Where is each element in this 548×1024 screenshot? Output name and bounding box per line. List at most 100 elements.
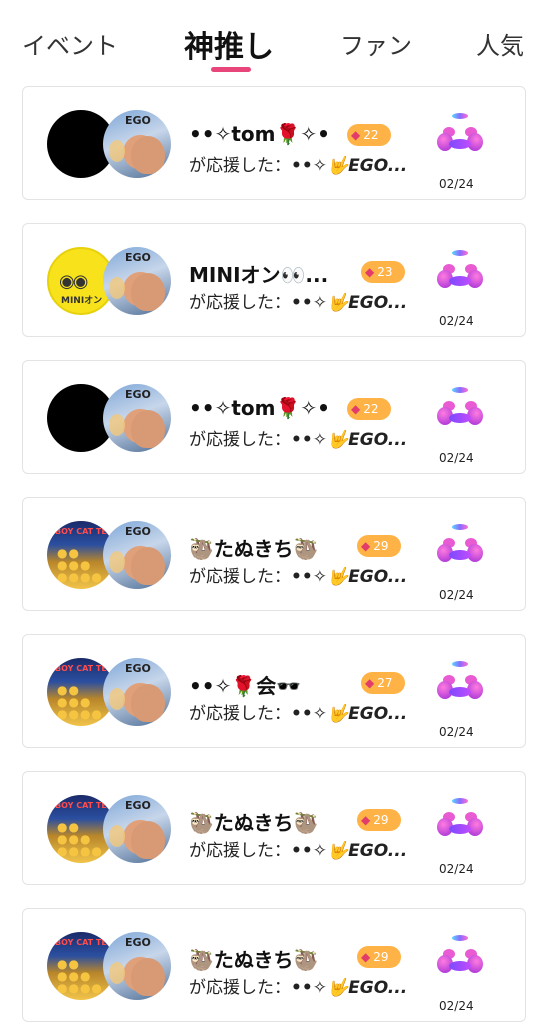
- supported-name: ••✧🤟EGO...: [291, 704, 408, 724]
- supported-name: ••✧🤟EGO...: [291, 156, 408, 176]
- supported-line: が応援した：••✧🤟EGO...: [189, 151, 407, 176]
- supported-prefix: が応援した：: [189, 567, 291, 587]
- level-badge: ◆ 27: [361, 672, 405, 694]
- supported-name: ••✧🤟EGO...: [291, 978, 408, 998]
- avatar-glow: [109, 140, 125, 162]
- gift-body: [437, 675, 483, 705]
- support-date: 02/24: [439, 999, 474, 1013]
- gem-icon: ◆: [351, 128, 361, 142]
- support-card[interactable]: BOY CAT TEA ●● ●●● ●●●● EGO 🦥たぬきち🦥 ◆ 29 が応援した：••…: [22, 771, 526, 885]
- avatar-banner-text: BOY CAT TEA: [55, 801, 113, 810]
- gold-coins-icon: ●● ●●● ●●●●: [57, 546, 103, 584]
- dumbbell-icon: [433, 113, 487, 167]
- support-list: EGO ••✧tom🌹✧• ◆ 22 が応援した：••✧🤟EGO... 02/24 ◉◉ MI…: [0, 0, 548, 1024]
- dumbbell-icon: [433, 250, 487, 304]
- avatar-face: [131, 547, 165, 585]
- recipient-avatar[interactable]: EGO: [103, 521, 171, 589]
- gift-part: [449, 687, 471, 697]
- supporter-name: 🦥たぬきち🦥: [189, 948, 319, 972]
- recipient-avatar[interactable]: EGO: [103, 384, 171, 452]
- avatar-hat-text: EGO: [125, 525, 151, 538]
- supported-line: が応援した：••✧🤟EGO...: [189, 836, 407, 861]
- gift-part: [449, 824, 471, 834]
- avatar-face: [131, 273, 165, 311]
- gem-icon: ◆: [361, 813, 371, 827]
- gift-body: [437, 264, 483, 294]
- recipient-avatar[interactable]: EGO: [103, 110, 171, 178]
- avatar-face: [131, 136, 165, 174]
- recipient-avatar[interactable]: EGO: [103, 795, 171, 863]
- level-value: 27: [377, 676, 393, 690]
- dumbbell-icon: [433, 524, 487, 578]
- recipient-avatar[interactable]: EGO: [103, 247, 171, 315]
- avatar-hat-text: EGO: [125, 662, 151, 675]
- support-date: 02/24: [439, 588, 474, 602]
- supported-prefix: が応援した：: [189, 978, 291, 998]
- gift-halo: [452, 524, 468, 530]
- avatar-glow: [109, 414, 125, 436]
- support-card[interactable]: BOY CAT TEA ●● ●●● ●●●● EGO ••✧🌹会🕶️ ◆ 27 が応援した：•…: [22, 634, 526, 748]
- supported-name: ••✧🤟EGO...: [291, 567, 408, 587]
- support-card[interactable]: BOY CAT TEA ●● ●●● ●●●● EGO 🦥たぬきち🦥 ◆ 29 が応援した：••…: [22, 908, 526, 1022]
- support-date: 02/24: [439, 314, 474, 328]
- avatar-hat-text: EGO: [125, 936, 151, 949]
- recipient-avatar[interactable]: EGO: [103, 658, 171, 726]
- supported-prefix: が応援した：: [189, 156, 291, 176]
- gift-body: [437, 538, 483, 568]
- supported-line: が応援した：••✧🤟EGO...: [189, 425, 407, 450]
- avatar-banner-text: BOY CAT TEA: [55, 664, 113, 673]
- level-value: 22: [363, 128, 379, 142]
- recipient-avatar[interactable]: EGO: [103, 932, 171, 1000]
- gift-halo: [452, 935, 468, 941]
- support-card[interactable]: BOY CAT TEA ●● ●●● ●●●● EGO 🦥たぬきち🦥 ◆ 29 が応援した：••…: [22, 497, 526, 611]
- supporter-name: ••✧tom🌹✧•: [189, 396, 330, 420]
- support-card[interactable]: ◉◉ MINIオン EGO MINIオン👀... ◆ 23 が応援した：••✧🤟EGO...…: [22, 223, 526, 337]
- avatar-hat-text: EGO: [125, 388, 151, 401]
- supported-line: が応援した：••✧🤟EGO...: [189, 699, 407, 724]
- dumbbell-icon: [433, 387, 487, 441]
- supported-prefix: が応援した：: [189, 841, 291, 861]
- level-badge: ◆ 22: [347, 124, 391, 146]
- supporter-name: MINIオン👀...: [189, 263, 329, 287]
- avatar-hat-text: EGO: [125, 251, 151, 264]
- supported-name: ••✧🤟EGO...: [291, 841, 408, 861]
- dumbbell-icon: [433, 935, 487, 989]
- level-value: 22: [363, 402, 379, 416]
- supporter-name: 🦥たぬきち🦥: [189, 811, 319, 835]
- support-date: 02/24: [439, 451, 474, 465]
- gift-body: [437, 401, 483, 431]
- level-value: 29: [373, 539, 389, 553]
- avatar-glow: [109, 277, 125, 299]
- support-card[interactable]: EGO ••✧tom🌹✧• ◆ 22 が応援した：••✧🤟EGO... 02/24: [22, 86, 526, 200]
- supported-prefix: が応援した：: [189, 293, 291, 313]
- minion-avatar-label: MINIオン: [61, 296, 103, 306]
- gem-icon: ◆: [361, 950, 371, 964]
- gold-coins-icon: ●● ●●● ●●●●: [57, 683, 103, 721]
- level-badge: ◆ 22: [347, 398, 391, 420]
- level-value: 29: [373, 813, 389, 827]
- dumbbell-icon: [433, 798, 487, 852]
- avatar-banner-text: BOY CAT TEA: [55, 938, 113, 947]
- avatar-banner-text: BOY CAT TEA: [55, 527, 113, 536]
- supporter-name: ••✧🌹会🕶️: [189, 674, 302, 698]
- supporter-name: 🦥たぬきち🦥: [189, 537, 319, 561]
- gem-icon: ◆: [351, 402, 361, 416]
- support-card[interactable]: EGO ••✧tom🌹✧• ◆ 22 が応援した：••✧🤟EGO... 02/24: [22, 360, 526, 474]
- supported-name: ••✧🤟EGO...: [291, 293, 408, 313]
- gift-body: [437, 949, 483, 979]
- gift-part: [449, 276, 471, 286]
- avatar-face: [131, 410, 165, 448]
- gift-part: [449, 550, 471, 560]
- supported-line: が応援した：••✧🤟EGO...: [189, 288, 407, 313]
- gem-icon: ◆: [361, 539, 371, 553]
- level-value: 23: [377, 265, 393, 279]
- avatar-glow: [109, 825, 125, 847]
- gem-icon: ◆: [365, 676, 375, 690]
- avatar-glow: [109, 551, 125, 573]
- gift-halo: [452, 661, 468, 667]
- support-date: 02/24: [439, 177, 474, 191]
- gift-halo: [452, 798, 468, 804]
- supported-line: が応援した：••✧🤟EGO...: [189, 973, 407, 998]
- avatar-glow: [109, 962, 125, 984]
- supported-prefix: が応援した：: [189, 704, 291, 724]
